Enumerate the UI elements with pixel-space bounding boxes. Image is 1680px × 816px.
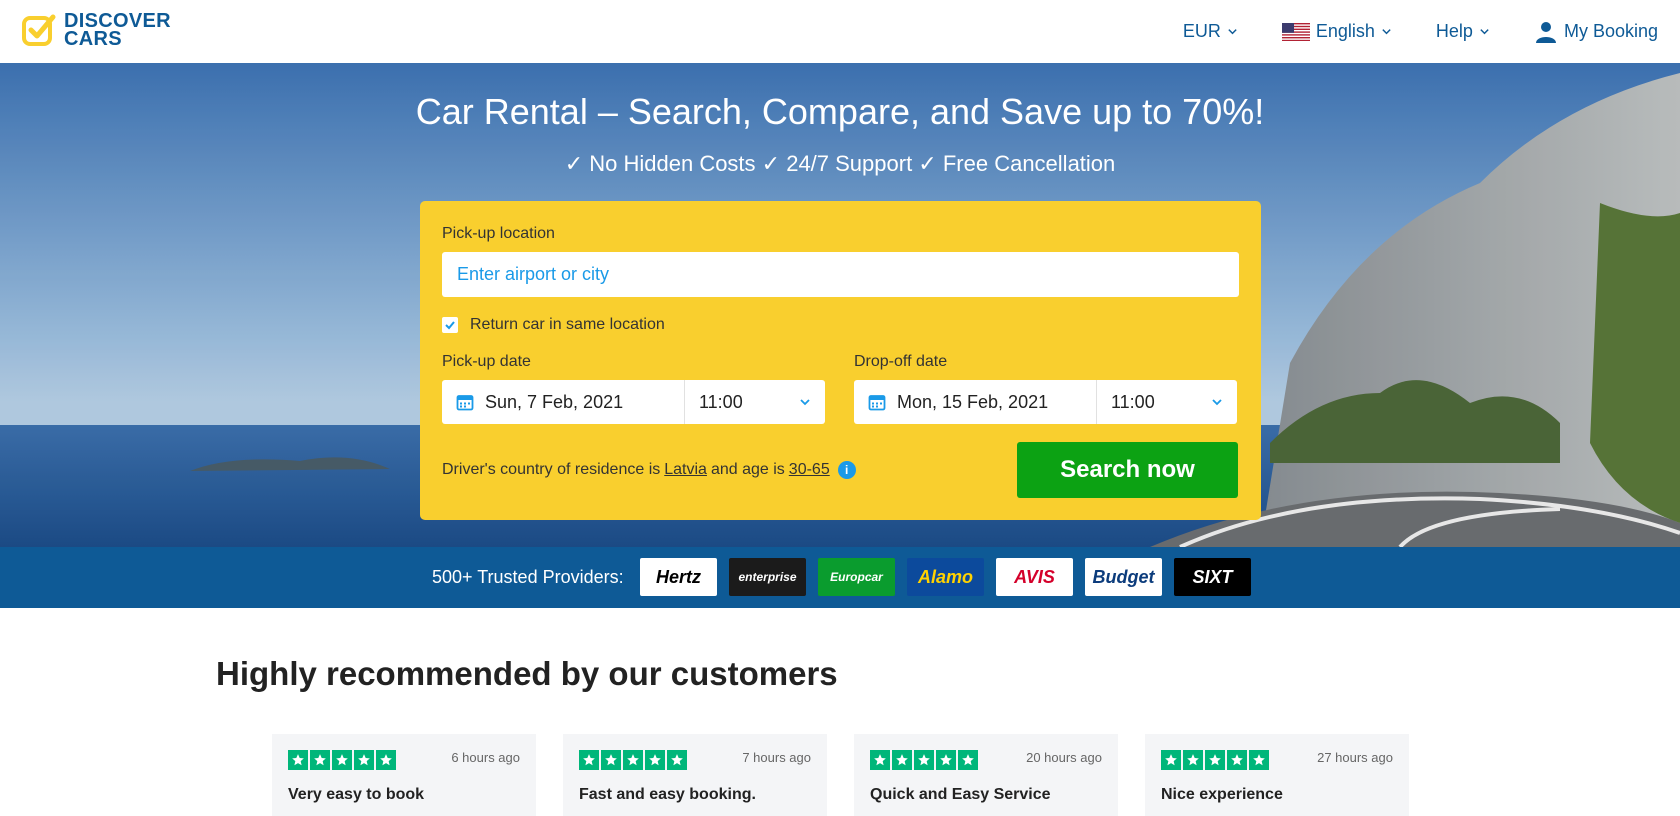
chevron-down-icon — [1212, 399, 1222, 406]
providers-label: 500+ Trusted Providers: — [432, 567, 624, 587]
rating-stars — [579, 750, 687, 770]
pickup-location-label: Pick-up location — [442, 225, 555, 242]
star-icon — [1249, 750, 1269, 770]
star-icon — [958, 750, 978, 770]
language-selector[interactable]: English — [1281, 21, 1392, 42]
review-time: 7 hours ago — [742, 750, 811, 765]
review-card[interactable]: 20 hours ago Quick and Easy Service — [854, 734, 1118, 816]
pickup-date-label: Pick-up date — [442, 353, 531, 370]
driver-info-text: Driver's country of residence is Latvia … — [442, 461, 856, 479]
hero-title: Car Rental – Search, Compare, and Save u… — [415, 91, 1265, 132]
star-icon — [645, 750, 665, 770]
star-icon — [623, 750, 643, 770]
provider-logo-hertz: Hertz — [640, 558, 717, 596]
provider-logo-enterprise: enterprise — [729, 558, 806, 596]
review-time: 27 hours ago — [1317, 750, 1393, 765]
dropoff-date-label: Drop-off date — [854, 353, 948, 370]
driver-age-link[interactable]: 30-65 — [789, 461, 830, 479]
calendar-icon — [456, 395, 474, 411]
return-same-location-label: Return car in same location — [470, 316, 665, 333]
review-title: Quick and Easy Service — [870, 786, 1051, 803]
pickup-date-value: Sun, 7 Feb, 2021 — [485, 391, 624, 412]
return-same-location-checkbox[interactable] — [442, 317, 458, 333]
dropoff-date-value: Mon, 15 Feb, 2021 — [897, 391, 1049, 412]
logo-check-icon — [22, 14, 56, 46]
dropoff-time-value: 11:00 — [1111, 391, 1155, 412]
star-icon — [1205, 750, 1225, 770]
star-icon — [914, 750, 934, 770]
checkmark-icon — [445, 321, 455, 330]
provider-logos: Hertz enterprise Europcar Alamo AVIS Budget SI… — [640, 558, 1251, 596]
discover-cars-logo[interactable]: DISCOVER CARS — [22, 10, 171, 50]
review-card[interactable]: 6 hours ago Very easy to book — [272, 734, 536, 816]
star-icon — [579, 750, 599, 770]
review-time: 6 hours ago — [451, 750, 520, 765]
currency-selector[interactable]: EUR — [1183, 21, 1238, 42]
star-icon — [936, 750, 956, 770]
dropoff-time-select[interactable]: 11:00 — [1097, 380, 1237, 424]
us-flag-icon — [1281, 22, 1310, 41]
chevron-down-icon — [1480, 29, 1489, 35]
star-icon — [332, 750, 352, 770]
calendar-icon — [868, 395, 886, 411]
my-booking-link[interactable]: My Booking — [1534, 20, 1658, 44]
review-title: Very easy to book — [288, 786, 425, 803]
review-title: Fast and easy booking. — [579, 786, 756, 803]
driver-mid: and age is — [710, 461, 785, 478]
review-time: 20 hours ago — [1026, 750, 1102, 765]
currency-label: EUR — [1182, 21, 1221, 41]
star-icon — [354, 750, 374, 770]
chevron-down-icon — [1382, 29, 1391, 35]
driver-country-link[interactable]: Latvia — [664, 461, 707, 479]
star-icon — [310, 750, 330, 770]
provider-logo-alamo: Alamo — [907, 558, 984, 596]
provider-logo-europcar: Europcar — [818, 558, 895, 596]
review-card[interactable]: 7 hours ago Fast and easy booking. — [563, 734, 827, 816]
star-icon — [667, 750, 687, 770]
top-header: DISCOVER CARS EUR English Help My Bookin… — [0, 0, 1680, 63]
providers-bar: 500+ Trusted Providers: Hertz enterprise E… — [0, 547, 1680, 608]
search-form: Pick-up location Return car in same loca… — [420, 201, 1261, 520]
pickup-time-select[interactable]: 11:00 — [685, 380, 825, 424]
star-icon — [1183, 750, 1203, 770]
top-nav: EUR English Help My Booking — [1183, 0, 1658, 63]
review-card[interactable]: 27 hours ago Nice experience — [1145, 734, 1409, 816]
star-icon — [870, 750, 890, 770]
star-icon — [1227, 750, 1247, 770]
pickup-datetime-field: Sun, 7 Feb, 2021 11:00 — [442, 380, 825, 424]
star-icon — [601, 750, 621, 770]
language-label: English — [1315, 21, 1375, 41]
search-now-button[interactable]: Search now — [1017, 442, 1238, 498]
help-label: Help — [1435, 21, 1473, 41]
user-icon — [1535, 21, 1556, 43]
driver-prefix: Driver's country of residence is — [442, 461, 661, 478]
star-icon — [376, 750, 396, 770]
pickup-location-input[interactable] — [442, 252, 1239, 297]
rating-stars — [870, 750, 978, 770]
provider-logo-avis: AVIS — [996, 558, 1073, 596]
help-menu[interactable]: Help — [1436, 21, 1490, 42]
pickup-time-value: 11:00 — [699, 391, 743, 412]
dropoff-date-picker[interactable]: Mon, 15 Feb, 2021 — [854, 380, 1097, 424]
info-icon[interactable]: i — [837, 461, 856, 479]
chevron-down-icon — [1228, 29, 1237, 35]
provider-logo-budget: Budget — [1085, 558, 1162, 596]
star-icon — [892, 750, 912, 770]
rating-stars — [1161, 750, 1269, 770]
dropoff-datetime-field: Mon, 15 Feb, 2021 11:00 — [854, 380, 1237, 424]
review-title: Nice experience — [1161, 786, 1283, 803]
star-icon — [1161, 750, 1181, 770]
chevron-down-icon — [800, 399, 810, 406]
reviews-heading: Highly recommended by our customers — [216, 655, 838, 692]
rating-stars — [288, 750, 396, 770]
my-booking-label: My Booking — [1563, 21, 1658, 41]
star-icon — [288, 750, 308, 770]
hero-subtitle: ✓ No Hidden Costs ✓ 24/7 Support ✓ Free … — [564, 151, 1116, 176]
logo-text: DISCOVER CARS — [64, 10, 171, 50]
return-same-location-row[interactable]: Return car in same location — [442, 316, 665, 334]
provider-logo-sixt: SIXT — [1174, 558, 1251, 596]
pickup-date-picker[interactable]: Sun, 7 Feb, 2021 — [442, 380, 685, 424]
